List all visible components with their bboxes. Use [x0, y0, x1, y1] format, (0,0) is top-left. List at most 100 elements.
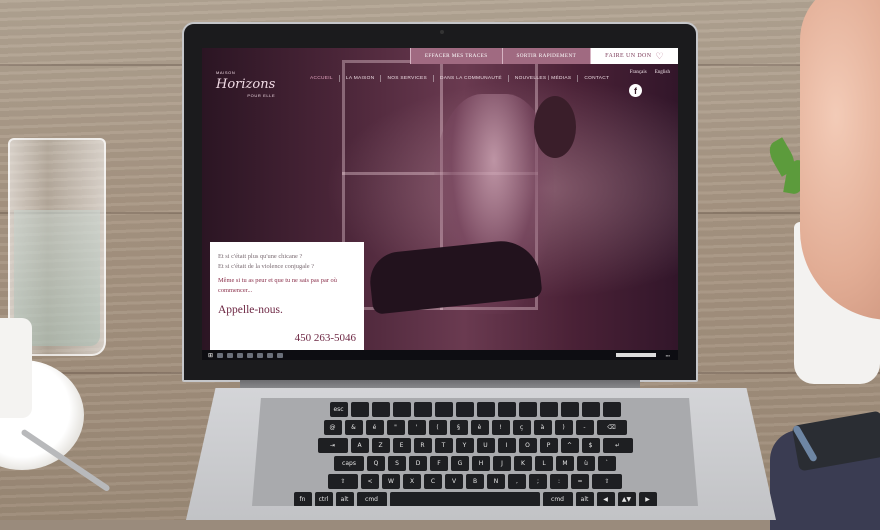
taskbar-app-icon[interactable]	[257, 352, 264, 358]
keyboard-key[interactable]	[413, 402, 432, 417]
facebook-icon[interactable]: f	[629, 84, 642, 97]
keyboard-key[interactable]: ▲▼	[617, 492, 636, 506]
nav-item-nouvelles[interactable]: NOUVELLES | MÉDIAS	[515, 76, 572, 81]
keyboard-key[interactable]: é	[365, 420, 384, 435]
taskbar-app-icon[interactable]	[277, 352, 284, 358]
keyboard-key[interactable]: -	[575, 420, 594, 435]
keyboard-key[interactable]: W	[382, 474, 400, 489]
keyboard-key[interactable]: esc	[329, 402, 348, 417]
taskbar-app-icon[interactable]	[217, 352, 224, 358]
nav-item-contact[interactable]: CONTACT	[584, 76, 609, 81]
keyboard-key[interactable]: à	[533, 420, 552, 435]
donate-button[interactable]: FAIRE UN DON ♡	[590, 48, 678, 64]
keyboard-key[interactable]: ◀	[596, 492, 615, 506]
taskbar-app-icon[interactable]	[237, 352, 244, 358]
taskbar-search-box[interactable]	[615, 353, 656, 357]
taskbar-app-icon[interactable]	[267, 352, 274, 358]
keyboard-key[interactable]	[371, 402, 390, 417]
keyboard-key[interactable]	[476, 402, 495, 417]
keyboard-key[interactable]	[497, 402, 516, 417]
keyboard-key[interactable]: K	[514, 456, 532, 471]
keyboard-key[interactable]: ù	[577, 456, 595, 471]
keyboard-key[interactable]: S	[388, 456, 406, 471]
keyboard-key[interactable]: D	[409, 456, 427, 471]
keyboard-key[interactable]: F	[430, 456, 448, 471]
keyboard-key[interactable]: ⇥	[317, 438, 348, 453]
keyboard-key[interactable]: è	[470, 420, 489, 435]
keyboard-key[interactable]: ,	[508, 474, 526, 489]
keyboard-key[interactable]: G	[451, 456, 469, 471]
keyboard-key[interactable]	[392, 402, 411, 417]
keyboard-key[interactable]: N	[487, 474, 505, 489]
keyboard-key[interactable]: ▶	[638, 492, 657, 506]
keyboard-key[interactable]: ç	[512, 420, 531, 435]
keyboard-key[interactable]: cmd	[542, 492, 573, 506]
keyboard-key[interactable]: B	[466, 474, 484, 489]
quick-exit-button[interactable]: SORTIR RAPIDEMENT	[501, 48, 591, 64]
keyboard-key[interactable]	[518, 402, 537, 417]
keyboard-key[interactable]: alt	[575, 492, 594, 506]
windows-start-icon[interactable]: ⊞	[208, 352, 213, 359]
keyboard-key[interactable]: !	[491, 420, 510, 435]
keyboard-key[interactable]	[389, 492, 540, 506]
keyboard-key[interactable]	[455, 402, 474, 417]
keyboard-key[interactable]: =	[571, 474, 589, 489]
erase-traces-button[interactable]: EFFACER MES TRACES	[409, 48, 502, 64]
keyboard-key[interactable]: H	[472, 456, 490, 471]
keyboard-key[interactable]: ctrl	[314, 492, 333, 506]
keyboard-key[interactable]: U	[476, 438, 495, 453]
keyboard-key[interactable]: R	[413, 438, 432, 453]
keyboard-key[interactable]: caps	[334, 456, 364, 471]
keyboard-key[interactable]: J	[493, 456, 511, 471]
keyboard-key[interactable]: Y	[455, 438, 474, 453]
lang-english[interactable]: English	[655, 70, 670, 75]
keyboard-key[interactable]: )	[554, 420, 573, 435]
site-logo[interactable]: MAISON Horizons POUR ELLE	[216, 70, 275, 98]
keyboard-key[interactable]: ↵	[602, 438, 633, 453]
keyboard-key[interactable]: L	[535, 456, 553, 471]
keyboard-key[interactable]	[602, 402, 621, 417]
keyboard-key[interactable]: T	[434, 438, 453, 453]
keyboard-key[interactable]: &	[344, 420, 363, 435]
nav-item-la-maison[interactable]: LA MAISON	[346, 76, 375, 81]
keyboard-key[interactable]: O	[518, 438, 537, 453]
keyboard-key[interactable]: P	[539, 438, 558, 453]
keyboard-key[interactable]: @	[323, 420, 342, 435]
keyboard-key[interactable]: <	[361, 474, 379, 489]
keyboard-key[interactable]	[539, 402, 558, 417]
keyboard-key[interactable]: :	[550, 474, 568, 489]
keyboard-key[interactable]: fn	[293, 492, 312, 506]
keyboard-key[interactable]: ^	[560, 438, 579, 453]
keyboard-key[interactable]: $	[581, 438, 600, 453]
keyboard-key[interactable]: `	[598, 456, 616, 471]
keyboard-key[interactable]: §	[449, 420, 468, 435]
keyboard-key[interactable]: Z	[371, 438, 390, 453]
keyboard-key[interactable]: E	[392, 438, 411, 453]
keyboard-key[interactable]: cmd	[356, 492, 387, 506]
keyboard-key[interactable]	[434, 402, 453, 417]
keyboard-key[interactable]: I	[497, 438, 516, 453]
keyboard-key[interactable]: Q	[367, 456, 385, 471]
keyboard-key[interactable]: '	[407, 420, 426, 435]
keyboard-key[interactable]: ;	[529, 474, 547, 489]
nav-item-accueil[interactable]: ACCUEIL	[310, 76, 333, 81]
keyboard-key[interactable]: ⇧	[592, 474, 622, 489]
keyboard-key[interactable]: M	[556, 456, 574, 471]
phone-number-link[interactable]: 450 263-5046	[295, 332, 356, 344]
keyboard-key[interactable]: X	[403, 474, 421, 489]
keyboard-key[interactable]: "	[386, 420, 405, 435]
keyboard-key[interactable]: alt	[335, 492, 354, 506]
keyboard-key[interactable]: ⇧	[328, 474, 358, 489]
taskbar-app-icon[interactable]	[227, 352, 234, 358]
keyboard-key[interactable]: A	[350, 438, 369, 453]
taskbar-app-icon[interactable]	[247, 352, 254, 358]
nav-item-services[interactable]: NOS SERVICES	[387, 76, 427, 81]
keyboard-key[interactable]	[581, 402, 600, 417]
keyboard-key[interactable]: C	[424, 474, 442, 489]
keyboard-key[interactable]: ⌫	[596, 420, 627, 435]
keyboard-key[interactable]	[350, 402, 369, 417]
lang-french[interactable]: Français	[630, 70, 647, 75]
keyboard-key[interactable]	[560, 402, 579, 417]
nav-item-communaute[interactable]: DANS LA COMMUNAUTÉ	[440, 76, 502, 81]
keyboard-key[interactable]: V	[445, 474, 463, 489]
